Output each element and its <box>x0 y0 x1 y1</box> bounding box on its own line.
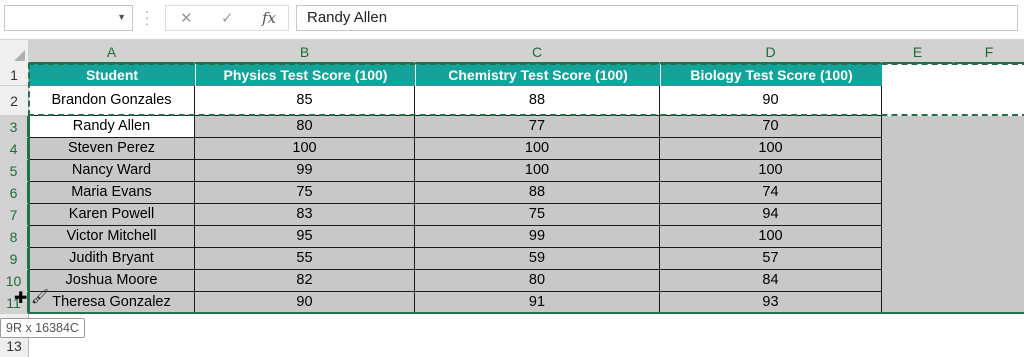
table-cell[interactable]: 100 <box>195 138 415 160</box>
table-cell[interactable]: 55 <box>195 248 415 270</box>
row-header-4[interactable]: 4 <box>0 138 29 160</box>
table-cell[interactable]: Nancy Ward <box>29 160 195 182</box>
formula-input[interactable]: Randy Allen <box>296 5 1018 31</box>
row-header-1[interactable]: 1 <box>0 64 29 86</box>
table-cell[interactable]: 100 <box>660 226 882 248</box>
table-cell[interactable]: 70 <box>660 116 882 138</box>
empty-cells[interactable] <box>29 314 1024 357</box>
table-cell[interactable]: 100 <box>415 138 660 160</box>
formula-bar: ▼ · · · ✕ ✓ fx Randy Allen <box>0 0 1024 40</box>
table-cell[interactable]: 80 <box>415 270 660 292</box>
table-cell[interactable]: 83 <box>195 204 415 226</box>
header-biology[interactable]: Biology Test Score (100) <box>660 64 882 86</box>
row-header-8[interactable]: 8 <box>0 226 29 248</box>
column-header-f[interactable]: F <box>954 40 1024 64</box>
table-cell[interactable]: 75 <box>195 182 415 204</box>
cross-cursor-icon: ✚ <box>14 290 28 307</box>
table-cell[interactable]: 59 <box>415 248 660 270</box>
spreadsheet-window: ▼ · · · ✕ ✓ fx Randy Allen A B C D E F 1 2… <box>0 0 1024 357</box>
chevron-down-icon[interactable]: ▼ <box>117 12 126 22</box>
header-student[interactable]: Student <box>29 64 195 86</box>
table-cell[interactable]: 94 <box>660 204 882 226</box>
table-cell[interactable]: 93 <box>660 292 882 314</box>
column-header-b[interactable]: B <box>195 40 415 64</box>
column-header-e[interactable]: E <box>882 40 954 64</box>
column-headers: A B C D E F <box>0 40 1024 64</box>
table-cell[interactable]: Brandon Gonzales <box>29 86 195 116</box>
table-cell[interactable]: Karen Powell <box>29 204 195 226</box>
table-cell[interactable]: 99 <box>415 226 660 248</box>
table-cell[interactable]: 80 <box>195 116 415 138</box>
table-cell[interactable]: Judith Bryant <box>29 248 195 270</box>
header-physics[interactable]: Physics Test Score (100) <box>195 64 415 86</box>
table-cell[interactable]: 100 <box>415 160 660 182</box>
select-all-button[interactable] <box>0 40 29 64</box>
insert-function-icon[interactable]: fx <box>262 9 276 27</box>
column-header-a[interactable]: A <box>29 40 195 64</box>
table-cell[interactable]: Joshua Moore <box>29 270 195 292</box>
row-header-13[interactable]: 13 <box>0 336 29 357</box>
table-cell[interactable]: 88 <box>415 86 660 116</box>
table-cell[interactable]: Victor Mitchell <box>29 226 195 248</box>
row-header-9[interactable]: 9 <box>0 248 29 270</box>
table-cell[interactable]: Maria Evans <box>29 182 195 204</box>
table-cell[interactable]: 100 <box>660 160 882 182</box>
check-icon[interactable]: ✓ <box>221 9 234 27</box>
active-cell[interactable]: Randy Allen <box>29 116 195 138</box>
table-cell[interactable]: 85 <box>195 86 415 116</box>
empty-cells[interactable] <box>882 64 1024 116</box>
cancel-icon[interactable]: ✕ <box>180 9 193 27</box>
table-cell[interactable]: Theresa Gonzalez <box>29 292 195 314</box>
row-header-3[interactable]: 3 <box>0 116 29 138</box>
row-header-6[interactable]: 6 <box>0 182 29 204</box>
format-painter-icon: 🖌 <box>31 288 49 304</box>
table-cell[interactable]: 90 <box>660 86 882 116</box>
row-header-2[interactable]: 2 <box>0 86 29 116</box>
name-box[interactable]: ▼ <box>4 5 133 31</box>
table-cell[interactable]: 95 <box>195 226 415 248</box>
table-cell[interactable]: 75 <box>415 204 660 226</box>
table-cell[interactable]: 82 <box>195 270 415 292</box>
row-header-7[interactable]: 7 <box>0 204 29 226</box>
table-cell[interactable]: 74 <box>660 182 882 204</box>
header-chemistry[interactable]: Chemistry Test Score (100) <box>415 64 660 86</box>
table-cell[interactable]: 84 <box>660 270 882 292</box>
column-header-d[interactable]: D <box>660 40 882 64</box>
table-cell[interactable]: 91 <box>415 292 660 314</box>
row-header-10[interactable]: 10 <box>0 270 29 292</box>
row-header-5[interactable]: 5 <box>0 160 29 182</box>
table-cell[interactable]: 88 <box>415 182 660 204</box>
formula-buttons: ✕ ✓ fx <box>165 5 289 31</box>
table-cell[interactable]: 77 <box>415 116 660 138</box>
table-cell[interactable]: 57 <box>660 248 882 270</box>
selection-size-tooltip: 9R x 16384C <box>0 318 85 338</box>
column-header-c[interactable]: C <box>415 40 660 64</box>
more-options-icon[interactable]: · · · <box>143 4 151 30</box>
table-cell[interactable]: 90 <box>195 292 415 314</box>
table-cell[interactable]: 99 <box>195 160 415 182</box>
selected-range-fill[interactable] <box>882 116 1024 314</box>
table-cell[interactable]: Steven Perez <box>29 138 195 160</box>
table-cell[interactable]: 100 <box>660 138 882 160</box>
